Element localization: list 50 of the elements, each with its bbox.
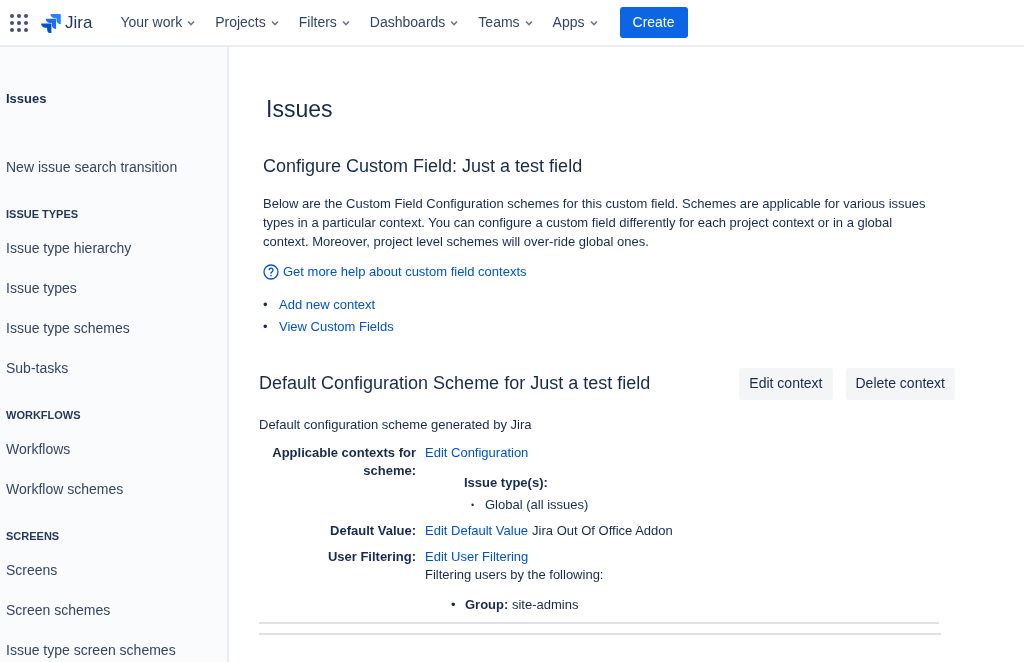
sidebar-item[interactable]: Issue type hierarchy [6,228,221,268]
bullet: • [471,499,476,512]
bullet: • [451,596,457,614]
app-switcher-icon[interactable] [10,13,28,32]
jira-logo-text[interactable]: Jira [65,9,93,36]
nav-menu[interactable]: Filters [298,12,351,33]
context-button[interactable]: Delete context [845,367,955,400]
issue-types-label: Issue type(s): [464,474,549,492]
default-value-text: Jira Out Of Office Addon [532,522,673,540]
issue-type-item: Global (all issues) [485,496,589,514]
create-button[interactable]: Create [619,7,688,38]
context-link[interactable]: Add new context [279,293,376,316]
edit-configuration-link[interactable]: Edit Configuration [425,444,589,462]
sidebar-item[interactable]: Issue type screen schemes [6,630,221,662]
context-link[interactable]: View Custom Fields [279,315,394,338]
sidebar-item[interactable]: Workflow schemes [6,469,221,509]
sidebar-item[interactable]: Screens [6,550,221,590]
sidebar-title: Issues [6,90,48,107]
sidebar-section-heading: SCREENS [6,529,61,544]
nav-menu[interactable]: Apps [552,12,599,33]
nav-menu[interactable]: Dashboards [369,12,460,33]
context-button[interactable]: Edit context [739,367,833,400]
sidebar-section-heading: ISSUE TYPES [6,207,80,222]
scheme-description: Default configuration scheme generated by Jira [259,415,533,434]
sidebar-item[interactable]: Workflows [6,429,221,469]
sidebar-item[interactable]: Issue types [6,268,221,308]
edit-user-filtering-link[interactable]: Edit User Filtering [425,548,604,566]
edit-default-value-link[interactable]: Edit Default Value [425,522,529,540]
filtering-note: Filtering users by the following: [425,566,604,584]
field-label: Default Value: [329,522,417,540]
nav-menu[interactable]: Projects [215,12,280,33]
page-title: Issues [266,95,334,123]
sidebar-item[interactable]: New issue search transition [6,147,221,187]
section-title: Configure Custom Field: Just a test field [263,155,584,178]
help-icon [263,263,279,280]
field-label: User Filtering: [326,548,417,566]
field-label: Applicable contexts for scheme: [271,444,417,480]
filter-item: Group: site-admins [465,596,579,614]
bullet: • [263,295,269,314]
scheme-title: Default Configuration Scheme for Just a test field [259,372,652,395]
jira-logo-icon [41,12,61,33]
description-text: Below are the Custom Field Configuration schemes for this custom field. Schemes are applicable for various issues types in a particular context. You can configure a custom field differently for each project context or in a global context. Moreover, project level schemes will over-ride global ones. [263,195,927,251]
sidebar-section-heading: WORKFLOWS [6,408,82,423]
sidebar-item[interactable]: Screen schemes [6,590,221,630]
nav-menu[interactable]: Your work [120,12,197,33]
help-link[interactable]: Get more help about custom field contexts [263,262,527,282]
sidebar-item[interactable]: Sub-tasks [6,348,221,388]
nav-menu[interactable]: Teams [478,12,534,33]
sidebar-item[interactable]: Issue type schemes [6,308,221,348]
bullet: • [263,317,269,336]
